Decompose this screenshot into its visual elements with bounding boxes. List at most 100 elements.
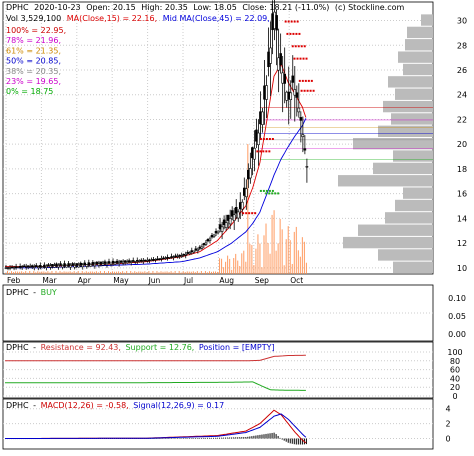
signal-marker (277, 192, 280, 195)
volume-bar (15, 271, 17, 274)
volume-bar (122, 271, 124, 274)
candle-body (4, 267, 8, 269)
volume-bar (146, 272, 148, 274)
signal-marker (296, 57, 299, 60)
rs-y-tick: 100 (447, 348, 462, 357)
macd-histogram-bar (281, 438, 283, 440)
volume-bar (273, 210, 275, 274)
volume-value: Vol 3,529,100 (6, 14, 61, 23)
volume-bar (188, 271, 190, 274)
candle-body (150, 259, 153, 261)
signal-marker (302, 57, 305, 60)
y-tick-label: 10 (457, 264, 467, 273)
macd-histogram-bar (289, 438, 291, 444)
volume-bar (148, 271, 150, 274)
macd-histogram-bar (277, 435, 279, 439)
volume-bar (245, 261, 247, 274)
candle-body (32, 266, 36, 268)
macd-histogram-bar (279, 437, 281, 439)
header-line-2: Vol 3,529,100 MA(Close,15) = 22.16, Mid … (6, 14, 270, 23)
macd-histogram-bar (174, 438, 176, 439)
candle-body (107, 261, 111, 264)
volume-bar (67, 271, 69, 274)
volume-bar (13, 272, 15, 274)
fib-label: 100% = 22.95, (6, 26, 66, 35)
macd-histogram-bar (176, 438, 178, 439)
candle-body (93, 263, 97, 267)
signal-marker (307, 79, 310, 82)
volume-bar (243, 250, 245, 274)
candle-body (154, 259, 157, 261)
candle-body (242, 187, 246, 196)
signal-marker (291, 45, 294, 48)
candle-body (162, 257, 165, 260)
signal-marker (303, 89, 306, 92)
volume-bar (231, 269, 233, 274)
macd-histogram-bar (237, 437, 239, 439)
signal-marker (268, 189, 271, 192)
low-value: Low: 18.05 (193, 3, 236, 12)
candle-body (59, 263, 62, 266)
signal-marker (262, 138, 265, 140)
candle-body (91, 262, 95, 265)
candle-body (30, 265, 34, 267)
macd-histogram-bar (249, 436, 251, 439)
candle-body (206, 239, 210, 242)
macd-histogram-bar (267, 433, 269, 439)
candle-body (119, 260, 123, 263)
resistance-support-panel: DPHC - Resistance = 92.43, Support = 12.… (2, 341, 463, 401)
candle-body (28, 266, 32, 268)
candle-body (297, 107, 301, 113)
volume-bar (265, 223, 267, 274)
volume-bar (136, 271, 138, 274)
candle-body (214, 231, 218, 234)
macd-histogram-bar (200, 437, 202, 439)
month-label: Sep (255, 276, 269, 285)
volume-profile-bar (385, 212, 433, 224)
volume-bar (255, 248, 257, 274)
candle-body (10, 266, 14, 269)
macd-histogram-bar (180, 438, 182, 439)
macd-histogram-bar (241, 437, 243, 439)
candle-body (305, 166, 309, 168)
volume-bar (51, 271, 53, 274)
rs-header: DPHC - Resistance = 92.43, Support = 12.… (6, 343, 275, 352)
volume-bar (200, 271, 202, 274)
macd-histogram-bar (251, 436, 253, 439)
candle-body (121, 261, 125, 264)
candle-body (77, 264, 81, 268)
candle-body (111, 261, 115, 264)
candle-body (6, 267, 10, 269)
volume-bar (277, 243, 279, 274)
buy-signal-panel: DPHC - BUY 0.100.050.00 (2, 284, 466, 342)
volume-bar (17, 271, 19, 274)
volume-bar (97, 272, 99, 274)
signal-marker (268, 192, 271, 195)
signal-marker (259, 189, 262, 192)
volume-bar (27, 272, 29, 274)
macd-histogram-bar (178, 438, 180, 439)
volume-bar (5, 273, 6, 274)
volume-bar (281, 229, 283, 274)
signal-marker (295, 32, 298, 35)
signal-marker (305, 57, 308, 60)
volume-bar (21, 271, 23, 274)
candle-body (99, 261, 103, 264)
volume-bar (215, 271, 217, 274)
rs-ticker: DPHC (6, 343, 29, 352)
candle-body (87, 262, 91, 265)
macd-histogram-bar (233, 437, 235, 439)
candle-body (182, 253, 186, 256)
macd-histogram-bar (202, 437, 204, 439)
rs-y-tick: 0 (452, 392, 457, 401)
macd-histogram-bar (168, 438, 170, 439)
candle-body (95, 261, 99, 265)
volume-bar (198, 272, 200, 274)
month-label: Jun (148, 276, 161, 285)
candle-body (279, 53, 282, 66)
candle-body (16, 266, 20, 269)
volume-bar (49, 272, 51, 274)
volume-bar (124, 272, 126, 274)
volume-bar (192, 271, 194, 274)
volume-bar (59, 271, 61, 274)
